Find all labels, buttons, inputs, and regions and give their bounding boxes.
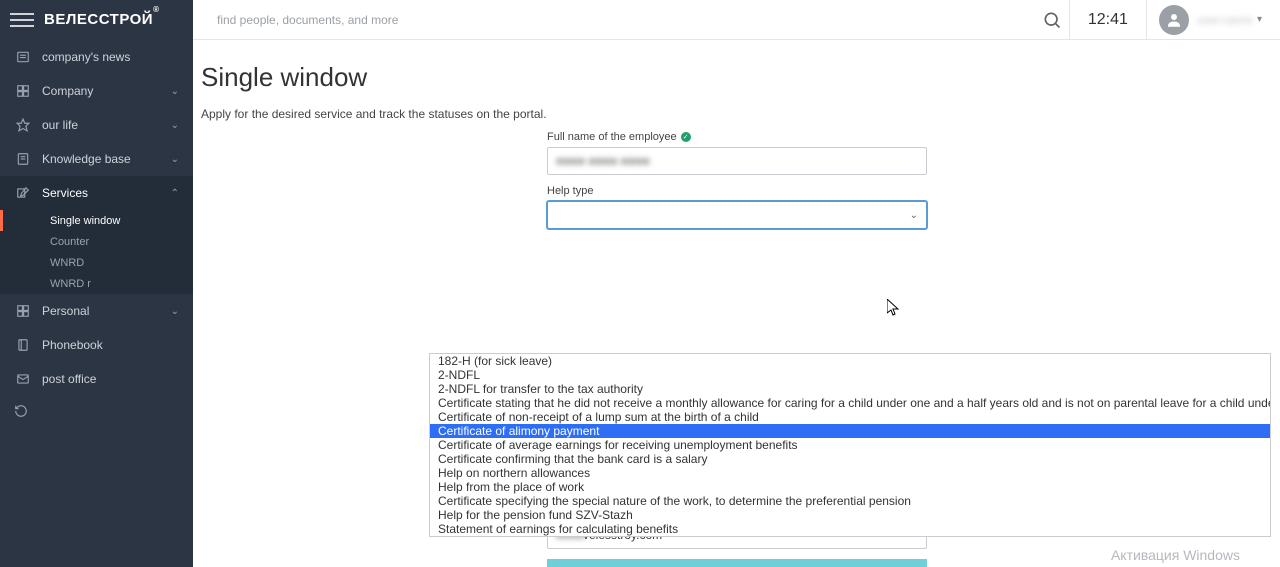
sidebar-item-label: our life: [42, 118, 78, 132]
logo: ВЕЛЕССТРОЙ®: [44, 11, 159, 28]
avatar[interactable]: [1159, 5, 1189, 35]
sidebar-sub-wnrd[interactable]: WNRD: [0, 252, 193, 273]
search-input[interactable]: [217, 13, 617, 27]
helptype-dropdown: 182-H (for sick leave) 2-NDFL 2-NDFL for…: [429, 353, 1271, 537]
dropdown-option[interactable]: Help for the pension fund SZV-Stazh: [430, 508, 1270, 522]
mail-icon: [14, 370, 32, 388]
sidebar-sub-counter[interactable]: Counter: [0, 231, 193, 252]
dropdown-option[interactable]: 2-NDFL for transfer to the tax authority: [430, 382, 1270, 396]
dropdown-option[interactable]: Certificate of non-receipt of a lump sum…: [430, 410, 1270, 424]
sidebar-refresh[interactable]: [0, 396, 193, 430]
sidebar-services-sublist: Single window Counter WNRD WNRD r: [0, 210, 193, 294]
form: Full name of the employee ✓ ■■■■ ■■■■ ■■…: [547, 131, 927, 567]
dropdown-option[interactable]: Certificate specifying the special natur…: [430, 494, 1270, 508]
book-icon: [14, 150, 32, 168]
dropdown-option[interactable]: Certificate of average earnings for rece…: [430, 438, 1270, 452]
chevron-down-icon: ⌄: [171, 154, 179, 165]
grid-icon: [14, 82, 32, 100]
username: user.name: [1197, 13, 1253, 27]
sidebar-item-label: Company: [42, 84, 93, 98]
helptype-label: Help type: [547, 185, 927, 197]
chevron-down-icon: ⌄: [171, 120, 179, 131]
dropdown-option[interactable]: Certificate stating that he did not rece…: [430, 396, 1270, 410]
clock: 12:41: [1069, 0, 1147, 40]
header: ВЕЛЕССТРОЙ® 12:41 user.name ▾: [0, 0, 1280, 40]
windows-activation-watermark: Активация Windows: [1111, 547, 1240, 563]
dropdown-option[interactable]: Help from the place of work: [430, 480, 1270, 494]
chevron-down-icon: ⌄: [171, 306, 179, 317]
sidebar-item-personal[interactable]: Personal ⌄: [0, 294, 193, 328]
sidebar-item-label: Services: [42, 186, 88, 200]
sidebar-item-label: Knowledge base: [42, 152, 131, 166]
search-area: [193, 13, 1035, 27]
dropdown-option[interactable]: Statement of earnings for calculating be…: [430, 522, 1270, 536]
book-icon: [14, 336, 32, 354]
sidebar-item-company[interactable]: Company ⌄: [0, 74, 193, 108]
main-content: Single window Apply for the desired serv…: [193, 40, 1280, 567]
search-icon[interactable]: [1035, 3, 1069, 37]
fullname-label: Full name of the employee ✓: [547, 131, 927, 143]
sidebar-item-ourlife[interactable]: our life ⌄: [0, 108, 193, 142]
sidebar: company's news Company ⌄ our life ⌄ Know…: [0, 40, 193, 567]
check-icon: ✓: [681, 132, 691, 142]
chevron-up-icon: ⌃: [171, 188, 179, 199]
dropdown-option[interactable]: Certificate of alimony payment: [430, 424, 1270, 438]
helptype-select[interactable]: ⌄: [547, 201, 927, 229]
page-description: Apply for the desired service and track …: [201, 107, 1280, 121]
sidebar-item-knowledge[interactable]: Knowledge base ⌄: [0, 142, 193, 176]
fullname-input[interactable]: ■■■■ ■■■■ ■■■■: [547, 147, 927, 175]
sidebar-item-phonebook[interactable]: Phonebook: [0, 328, 193, 362]
edit-icon: [14, 184, 32, 202]
chevron-down-icon: ⌄: [171, 86, 179, 97]
chevron-down-icon: ⌄: [910, 210, 918, 221]
menu-toggle-button[interactable]: [10, 8, 34, 32]
sidebar-item-label: Personal: [42, 304, 89, 318]
sidebar-item-label: post office: [42, 372, 96, 386]
dropdown-option[interactable]: 2-NDFL: [430, 368, 1270, 382]
sidebar-sub-wnrd-r[interactable]: WNRD r: [0, 273, 193, 294]
dropdown-option[interactable]: Help on northern allowances: [430, 466, 1270, 480]
progress-bar: [547, 559, 927, 567]
sidebar-item-label: company's news: [42, 50, 130, 64]
dropdown-option[interactable]: 182-H (for sick leave): [430, 354, 1270, 368]
chevron-down-icon[interactable]: ▾: [1257, 14, 1262, 25]
grid-icon: [14, 302, 32, 320]
sidebar-item-label: Phonebook: [42, 338, 103, 352]
sidebar-item-post[interactable]: post office: [0, 362, 193, 396]
star-icon: [14, 116, 32, 134]
page-title: Single window: [201, 62, 1280, 93]
refresh-icon: [14, 404, 32, 422]
sidebar-sub-single-window[interactable]: Single window: [0, 210, 193, 231]
header-brand: ВЕЛЕССТРОЙ®: [0, 0, 193, 40]
news-icon: [14, 48, 32, 66]
sidebar-item-news[interactable]: company's news: [0, 40, 193, 74]
dropdown-option[interactable]: Certificate confirming that the bank car…: [430, 452, 1270, 466]
sidebar-item-services[interactable]: Services ⌃: [0, 176, 193, 210]
